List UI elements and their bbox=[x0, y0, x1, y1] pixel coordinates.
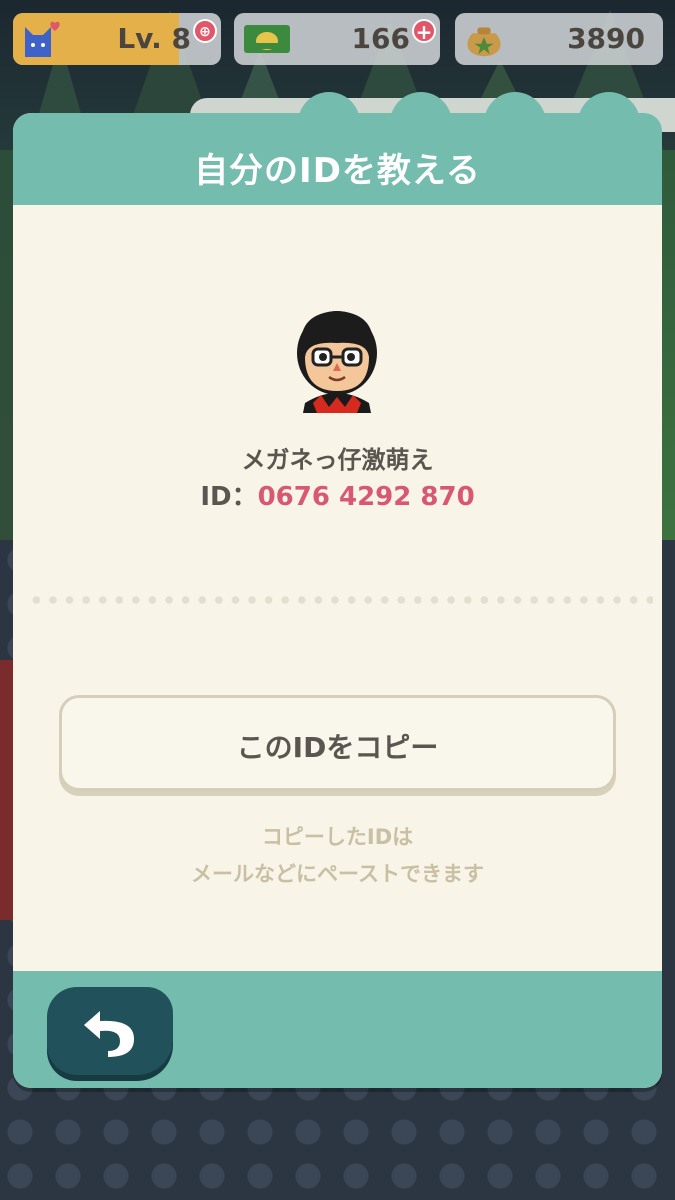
copy-hint-line-2: メールなどにペーストできます bbox=[191, 862, 484, 886]
buy-tickets-icon[interactable]: + bbox=[412, 19, 436, 43]
level-label: Lv. 8 bbox=[117, 22, 191, 55]
copy-id-button-label: このIDをコピー bbox=[236, 731, 439, 764]
cat-heart-icon bbox=[25, 21, 60, 57]
copy-hint-line-1: コピーしたIDは bbox=[261, 825, 414, 849]
dotted-divider bbox=[28, 595, 653, 605]
leaf-ticket-counter[interactable]: 166 + bbox=[234, 13, 440, 65]
leaf-ticket-icon bbox=[244, 25, 290, 53]
player-name: メガネっ仔激萌え bbox=[241, 446, 434, 474]
back-arrow-icon bbox=[84, 1011, 134, 1057]
copy-id-button[interactable]: このIDをコピー bbox=[59, 695, 616, 791]
back-button[interactable] bbox=[47, 987, 173, 1075]
dialog-title: 自分のIDを教える bbox=[194, 151, 481, 191]
dialog-header: 自分のIDを教える bbox=[13, 113, 662, 205]
player-id-value: 0676 4292 870 bbox=[257, 482, 475, 512]
level-indicator[interactable]: Lv. 8 ⊕ bbox=[13, 13, 221, 65]
share-id-dialog: 自分のIDを教える メガネっ仔激萌え ID：0676 4292 870 このID… bbox=[13, 113, 662, 1088]
bell-count: 3890 bbox=[567, 22, 645, 55]
add-icon[interactable]: ⊕ bbox=[193, 19, 217, 43]
bell-counter: 3890 bbox=[455, 13, 663, 65]
ticket-count: 166 bbox=[351, 22, 410, 55]
player-id-line: ID：0676 4292 870 bbox=[13, 476, 662, 513]
bell-bag-icon bbox=[467, 27, 501, 57]
id-label: ID： bbox=[200, 482, 258, 512]
player-avatar bbox=[297, 311, 377, 413]
